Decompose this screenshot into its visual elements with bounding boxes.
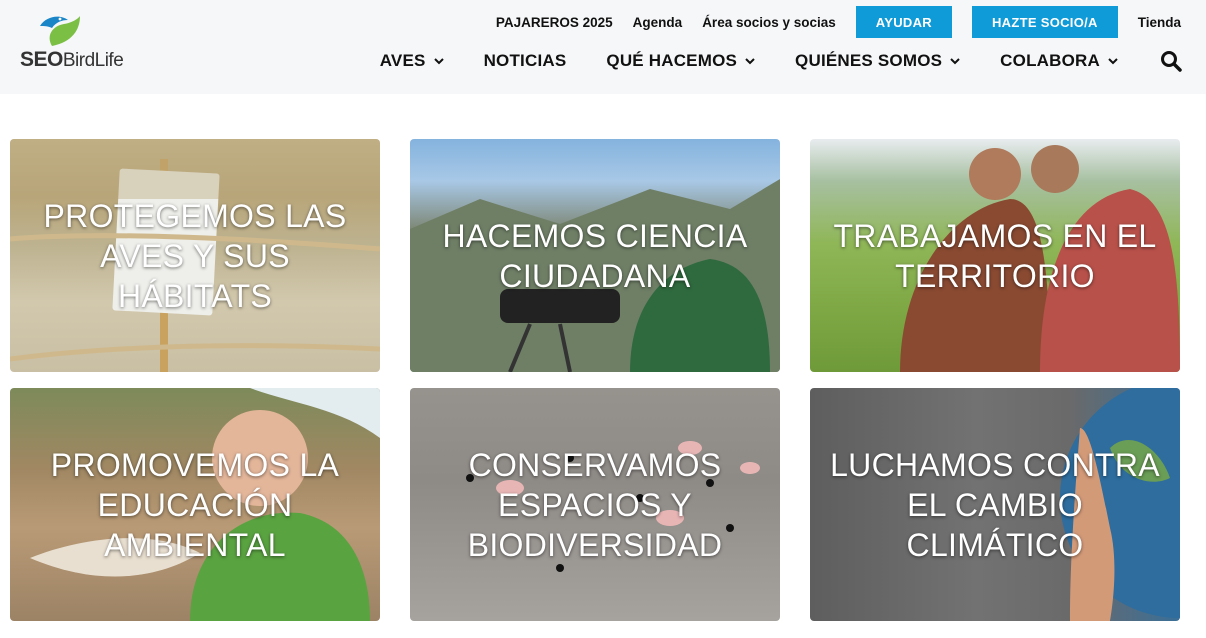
shop-link[interactable]: Tienda <box>1138 15 1181 30</box>
chevron-down-icon <box>745 58 755 65</box>
bird-leaf-logo-icon <box>40 16 80 46</box>
seo-birdlife-logo[interactable]: SEOBirdLife <box>20 12 124 76</box>
tile-environmental-education[interactable]: PROMOVEMOS LA EDUCACIÓN AMBIENTAL <box>10 388 380 621</box>
nav-item-aves[interactable]: AVES <box>380 51 444 71</box>
tile-title: LUCHAMOS CONTRA EL CAMBIO CLIMÁTICO <box>830 446 1160 563</box>
help-button[interactable]: AYUDAR <box>855 6 952 38</box>
tile-title: PROTEGEMOS LAS AVES Y SUS HÁBITATS <box>43 197 347 314</box>
chevron-down-icon <box>433 58 444 65</box>
tile-title: CONSERVAMOS ESPACIOS Y BIODIVERSIDAD <box>467 446 723 563</box>
tile-climate-change[interactable]: LUCHAMOS CONTRA EL CAMBIO CLIMÁTICO <box>810 388 1180 621</box>
become-member-button[interactable]: HAZTE SOCIO/A <box>971 6 1118 38</box>
logo-wordmark: SEOBirdLife <box>20 48 124 71</box>
members-area-link[interactable]: Área socios y socias <box>702 15 836 30</box>
main-navigation: AVES NOTICIAS QUÉ HACEMOS QUIÉNES SOMOS … <box>340 44 1182 78</box>
tile-title: HACEMOS CIENCIA CIUDADANA <box>442 217 748 294</box>
nav-item-noticias[interactable]: NOTICIAS <box>484 51 567 71</box>
tile-protect-birds[interactable]: PROTEGEMOS LAS AVES Y SUS HÁBITATS <box>10 139 380 372</box>
chevron-down-icon <box>1108 58 1118 65</box>
nav-item-quienes-somos[interactable]: QUIÉNES SOMOS <box>795 51 960 71</box>
pajareros-link[interactable]: PAJAREROS 2025 <box>496 15 613 30</box>
search-icon[interactable] <box>1160 50 1182 72</box>
chevron-down-icon <box>950 58 960 65</box>
tile-citizen-science[interactable]: HACEMOS CIENCIA CIUDADANA <box>410 139 780 372</box>
activity-tiles-grid: PROTEGEMOS LAS AVES Y SUS HÁBITATS HACEM… <box>10 139 1182 621</box>
nav-item-colabora[interactable]: COLABORA <box>1000 51 1118 71</box>
tile-title: TRABAJAMOS EN EL TERRITORIO <box>833 217 1157 294</box>
site-header: SEOBirdLife PAJAREROS 2025 Agenda Área s… <box>0 0 1206 94</box>
nav-item-que-hacemos[interactable]: QUÉ HACEMOS <box>606 51 755 71</box>
top-utility-bar: PAJAREROS 2025 Agenda Área socios y soci… <box>476 6 1181 38</box>
agenda-link[interactable]: Agenda <box>633 15 683 30</box>
tile-title: PROMOVEMOS LA EDUCACIÓN AMBIENTAL <box>50 446 340 563</box>
tile-conserve-spaces[interactable]: CONSERVAMOS ESPACIOS Y BIODIVERSIDAD <box>410 388 780 621</box>
tile-territory-work[interactable]: TRABAJAMOS EN EL TERRITORIO <box>810 139 1180 372</box>
